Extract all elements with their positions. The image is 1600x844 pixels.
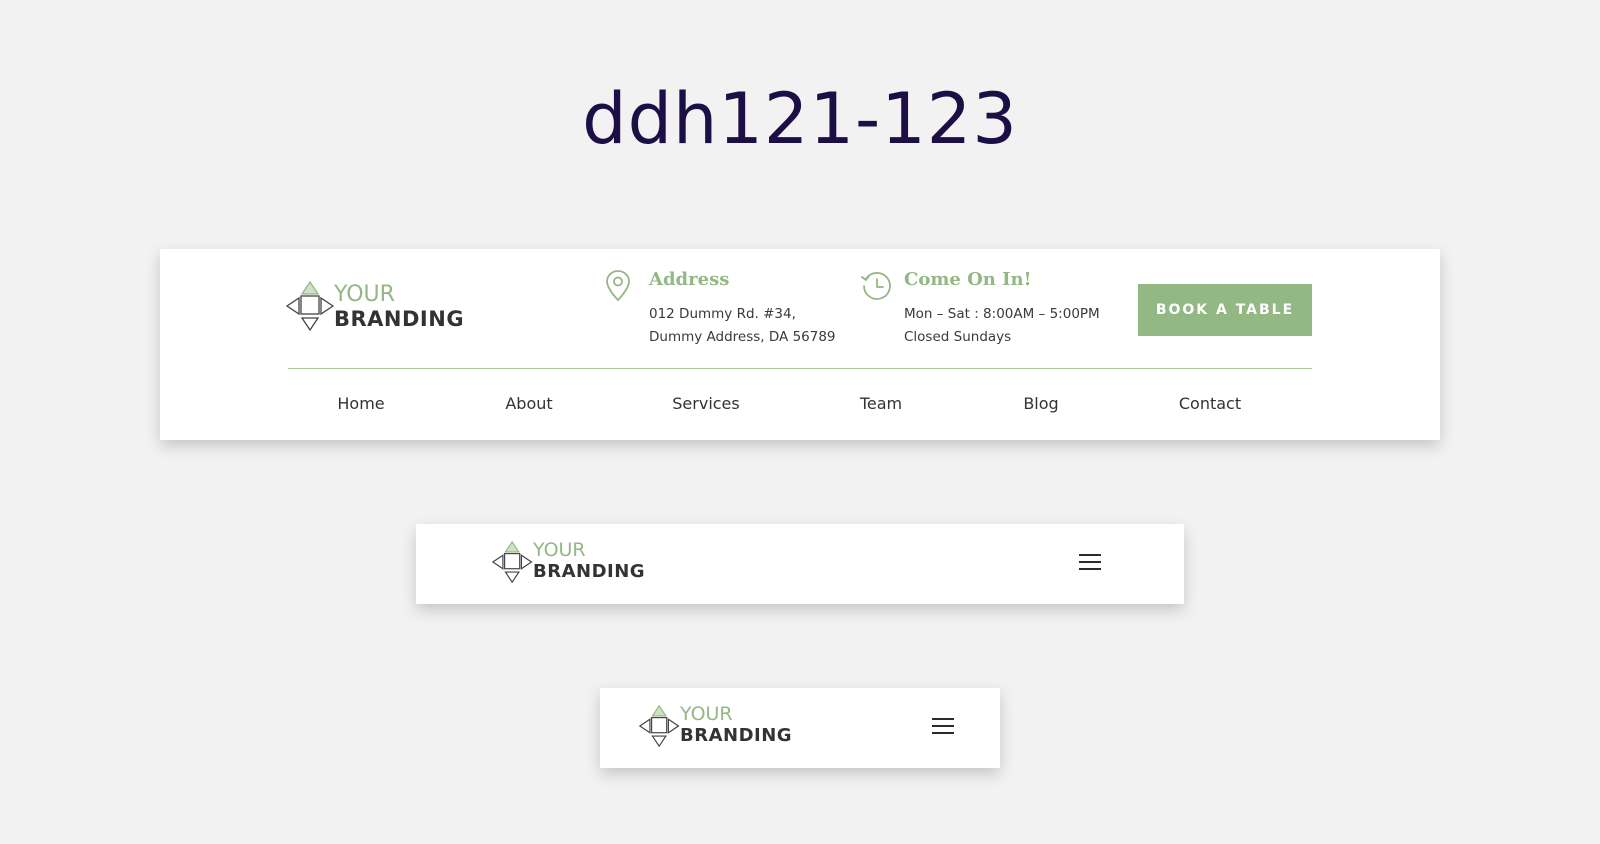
history-clock-icon: [861, 272, 891, 300]
brand-top-text: YOUR: [533, 539, 586, 561]
desktop-header: YOUR BRANDING Address 012 Dummy Rd. #34,…: [160, 249, 1440, 440]
nav-item-blog[interactable]: Blog: [1023, 394, 1058, 413]
nav-item-contact[interactable]: Contact: [1179, 394, 1241, 413]
nav-item-about[interactable]: About: [505, 394, 552, 413]
brand-bottom-text: BRANDING: [680, 725, 793, 746]
nav-item-team[interactable]: Team: [860, 394, 902, 413]
brand-top-text: YOUR: [680, 703, 733, 725]
brand-bottom-text: BRANDING: [334, 307, 465, 331]
address-line-1: 012 Dummy Rd. #34,: [649, 306, 796, 322]
brand-logo-icon: [492, 541, 533, 583]
hours-line-1: Mon – Sat : 8:00AM – 5:00PM: [904, 306, 1100, 322]
hamburger-menu-icon[interactable]: [932, 718, 956, 736]
header-divider: [288, 368, 1312, 369]
brand-top-text: YOUR: [334, 282, 395, 307]
address-title: Address: [649, 269, 730, 290]
address-line-2: Dummy Address, DA 56789: [649, 329, 836, 345]
book-a-table-button[interactable]: BOOK A TABLE: [1138, 284, 1312, 336]
tablet-header: YOUR BRANDING: [416, 524, 1184, 604]
mobile-header: YOUR BRANDING: [600, 688, 1000, 768]
brand-logo-icon: [286, 281, 335, 331]
nav-item-services[interactable]: Services: [672, 394, 739, 413]
hamburger-menu-icon[interactable]: [1079, 554, 1103, 572]
location-pin-icon: [606, 270, 630, 302]
brand-bottom-text: BRANDING: [533, 561, 646, 582]
nav-item-home[interactable]: Home: [337, 394, 384, 413]
hours-block: Come On In! Mon – Sat : 8:00AM – 5:00PM …: [860, 269, 1120, 349]
brand-logo[interactable]: YOUR BRANDING: [286, 281, 476, 331]
brand-logo[interactable]: YOUR BRANDING: [639, 705, 799, 749]
hours-line-2: Closed Sundays: [904, 329, 1012, 345]
page-title: ddh121-123: [582, 78, 1018, 160]
hours-title: Come On In!: [904, 269, 1032, 290]
brand-logo[interactable]: YOUR BRANDING: [492, 541, 652, 585]
brand-logo-icon: [639, 705, 680, 747]
address-block: Address 012 Dummy Rd. #34, Dummy Address…: [605, 269, 865, 349]
